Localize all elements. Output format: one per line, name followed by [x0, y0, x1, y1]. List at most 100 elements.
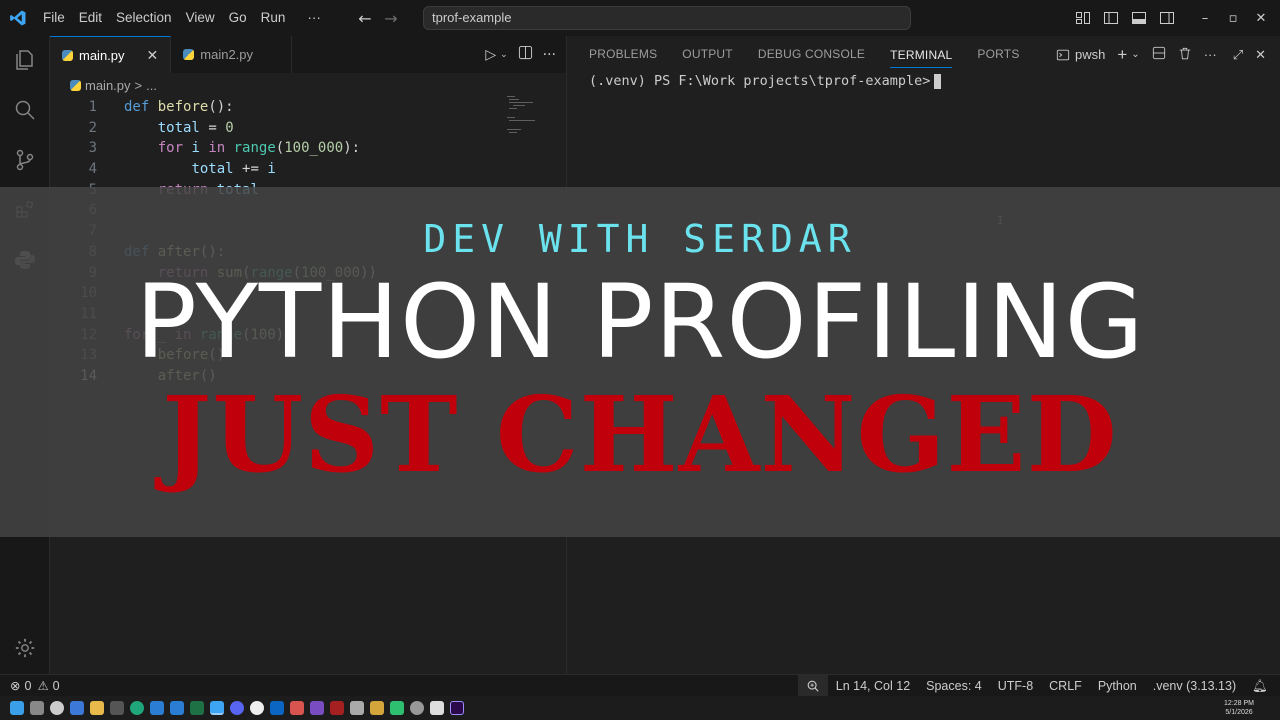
editor-actions: ▷ ⌄ ···	[485, 36, 556, 73]
taskbar-app-icon[interactable]	[210, 701, 224, 715]
code-line: 1 def before():	[50, 97, 567, 118]
line-number: 4	[88, 161, 97, 178]
panel-actions: pwsh + ⌄ ··· ⤢ ✕	[1056, 36, 1266, 73]
split-editor-icon[interactable]	[518, 45, 533, 64]
breadcrumb-file[interactable]: main.py	[85, 78, 131, 93]
taskbar-app-icon[interactable]	[30, 701, 44, 715]
taskbar-app-icon[interactable]	[150, 701, 164, 715]
menu-file[interactable]: File	[36, 0, 72, 36]
title-bar: File Edit Selection View Go Run ··· ← → …	[0, 0, 1280, 36]
notifications-bell-icon[interactable]: 🔔︎	[1244, 679, 1280, 694]
taskbar-app-icon[interactable]	[170, 701, 184, 715]
taskbar-app-icon[interactable]	[130, 701, 144, 715]
breadcrumb: main.py > ...	[50, 73, 566, 97]
taskbar-app-icon[interactable]	[390, 701, 404, 715]
taskbar-app-icon[interactable]	[430, 701, 444, 715]
source-control-icon[interactable]	[0, 136, 50, 184]
indentation[interactable]: Spaces: 4	[918, 679, 990, 693]
cursor-position[interactable]: Ln 14, Col 12	[828, 679, 918, 693]
terminal-icon	[1056, 49, 1070, 60]
taskbar-app-icon[interactable]	[310, 701, 324, 715]
menu-more-icon[interactable]: ···	[300, 0, 328, 36]
windows-start-icon[interactable]	[10, 701, 24, 715]
tab-main2-py[interactable]: main2.py	[171, 36, 293, 73]
restore-window-icon[interactable]: ▫	[1222, 7, 1244, 29]
terminal-profile[interactable]: pwsh	[1056, 47, 1105, 62]
kill-terminal-trash-icon[interactable]	[1178, 46, 1192, 64]
taskbar-app-icon[interactable]	[450, 701, 464, 715]
warning-icon: ⚠	[37, 679, 49, 693]
tab-problems[interactable]: PROBLEMS	[589, 36, 657, 73]
close-window-icon[interactable]: ✕	[1250, 7, 1272, 29]
taskbar-app-icon[interactable]	[290, 701, 304, 715]
problems-status[interactable]: ⊗ 0 ⚠ 0	[0, 678, 60, 694]
taskbar-app-icon[interactable]	[230, 701, 244, 715]
explorer-icon[interactable]	[0, 36, 50, 84]
clock-time: 12:28 PM	[1224, 700, 1254, 707]
tab-label: main2.py	[200, 47, 254, 62]
maximize-panel-icon[interactable]: ⤢	[1233, 47, 1243, 63]
tab-main-py[interactable]: main.py ✕	[50, 36, 172, 73]
menu-run[interactable]: Run	[254, 0, 293, 36]
zoom-icon[interactable]	[797, 675, 828, 697]
tab-output[interactable]: OUTPUT	[682, 36, 733, 73]
language-mode[interactable]: Python	[1090, 679, 1145, 693]
toggle-primary-sidebar-icon[interactable]	[1100, 7, 1122, 29]
clock-date: 5/1/2026	[1225, 709, 1253, 716]
python-interpreter[interactable]: .venv (3.13.13)	[1145, 679, 1244, 693]
back-arrow-icon[interactable]: ←	[352, 9, 378, 28]
menu-go[interactable]: Go	[222, 0, 254, 36]
command-center-search[interactable]: tprof-example	[423, 6, 911, 30]
tab-debug-console[interactable]: DEBUG CONSOLE	[758, 36, 865, 73]
encoding[interactable]: UTF-8	[990, 679, 1041, 693]
toggle-secondary-sidebar-icon[interactable]	[1156, 7, 1178, 29]
system-clock[interactable]: 12:28 PM 5/1/2026	[1224, 699, 1254, 717]
terminal-dropdown-chevron-icon[interactable]: ⌄	[1131, 49, 1139, 60]
python-file-icon	[70, 79, 81, 91]
python-file-icon	[62, 49, 73, 61]
panel-more-icon[interactable]: ···	[1204, 47, 1217, 62]
close-panel-icon[interactable]: ✕	[1255, 47, 1266, 63]
end-of-line[interactable]: CRLF	[1041, 679, 1090, 693]
run-python-file-icon[interactable]: ▷	[485, 47, 496, 63]
taskbar-app-icon[interactable]	[90, 701, 104, 715]
panel-tabs: PROBLEMS OUTPUT DEBUG CONSOLE TERMINAL P…	[568, 36, 1280, 73]
overlay-title: PYTHON PROFILING	[135, 263, 1145, 382]
split-terminal-icon[interactable]	[1152, 46, 1166, 63]
minimize-window-icon[interactable]: –	[1194, 7, 1216, 29]
forward-arrow-icon[interactable]: →	[378, 9, 404, 28]
editor-tabs: main.py ✕ main2.py ▷ ⌄ ···	[50, 36, 566, 73]
taskbar-app-icon[interactable]	[410, 701, 424, 715]
menu-view[interactable]: View	[179, 0, 222, 36]
taskbar-app-icon[interactable]	[190, 701, 204, 715]
taskbar-app-icon[interactable]	[70, 701, 84, 715]
python-file-icon	[183, 49, 195, 60]
terminal-prompt-line[interactable]: (.venv) PS F:\Work projects\tprof-exampl…	[589, 73, 942, 89]
code-line: 2 total = 0	[50, 118, 567, 139]
taskbar-app-icon[interactable]	[50, 701, 64, 715]
customize-layout-icon[interactable]	[1072, 7, 1094, 29]
menu-edit[interactable]: Edit	[72, 0, 109, 36]
toggle-panel-icon[interactable]	[1128, 7, 1150, 29]
close-tab-icon[interactable]: ✕	[147, 47, 159, 64]
taskbar-app-icon[interactable]	[250, 701, 264, 715]
tab-label: main.py	[79, 47, 125, 63]
taskbar-app-icon[interactable]	[330, 701, 344, 715]
tab-ports[interactable]: PORTS	[977, 36, 1019, 73]
taskbar-app-icon[interactable]	[350, 701, 364, 715]
minimap[interactable]	[505, 96, 545, 136]
line-number: 3	[88, 140, 97, 157]
new-terminal-plus-icon[interactable]: +	[1117, 45, 1127, 65]
taskbar-app-icon[interactable]	[370, 701, 384, 715]
breadcrumb-rest[interactable]: ...	[146, 78, 157, 93]
tab-terminal[interactable]: TERMINAL	[890, 42, 953, 68]
run-dropdown-chevron-icon[interactable]: ⌄	[500, 50, 508, 60]
search-icon[interactable]	[0, 86, 50, 134]
settings-gear-icon[interactable]	[0, 624, 50, 672]
error-count: 0	[24, 678, 32, 693]
menu-selection[interactable]: Selection	[109, 0, 179, 36]
more-actions-icon[interactable]: ···	[543, 47, 556, 63]
taskbar-app-icon[interactable]	[110, 701, 124, 715]
line-number: 1	[88, 99, 97, 115]
taskbar-app-icon[interactable]	[270, 701, 284, 715]
